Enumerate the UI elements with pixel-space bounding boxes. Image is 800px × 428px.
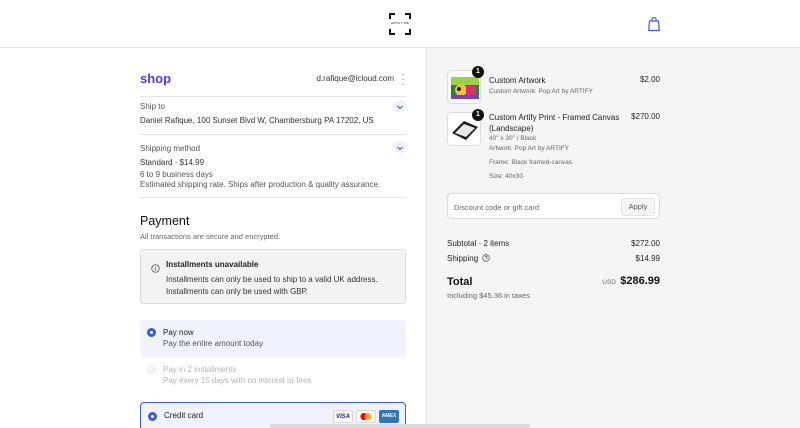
chevron-down-icon[interactable]: [394, 100, 406, 112]
ship-to-address: Daniel Rafique, 100 Sunset Blvd W, Chamb…: [140, 116, 374, 125]
shopping-bag-icon[interactable]: [647, 16, 661, 32]
item-name: Custom Artwork: [489, 76, 546, 85]
chevron-down-icon[interactable]: [394, 141, 406, 153]
store-logo[interactable]: ARTIFY PRINTS: [389, 13, 411, 35]
logo-text: ARTIFY PRINTS: [391, 21, 409, 25]
discount-input[interactable]: [454, 200, 614, 214]
item-price: $270.00: [631, 112, 660, 121]
logo-corner: [405, 13, 411, 19]
pay-now-sub: Pay the entire amount today: [163, 339, 264, 348]
item-meta: 40" x 30" / Black: [489, 135, 537, 142]
item-quantity-badge: 1: [472, 66, 484, 78]
account-email: d.rafique@icloud.com: [316, 74, 395, 83]
item-meta: Custom Artwork: Pop Art by ARTIFY: [489, 88, 593, 95]
shipping-label: Shipping: [447, 254, 491, 263]
total-currency: USD: [602, 279, 616, 286]
total-label: Total: [447, 276, 473, 288]
shop-pay-logo: shop: [140, 71, 172, 86]
pay-now-option[interactable]: Pay now Pay the entire amount today: [140, 320, 406, 357]
credit-card-radio[interactable]: [148, 412, 157, 421]
ship-to-label: Ship to: [140, 102, 165, 111]
pay-now-label: Pay now: [163, 328, 194, 337]
shipping-method-price: $14.99: [179, 158, 205, 167]
logo-corner: [405, 29, 411, 35]
shipping-method-name: Standard · $14.99: [140, 158, 205, 167]
item-name: Custom Artify Print - Framed Canvas: [489, 113, 620, 122]
tax-line: Including $45.36 in taxes: [447, 291, 530, 300]
scroll-shadow: [270, 424, 530, 428]
payment-title: Payment: [140, 214, 190, 228]
shipping-value: $14.99: [635, 254, 660, 263]
pay-installments-label: Pay in 2 installments: [163, 365, 237, 374]
logo-corner: [389, 13, 395, 19]
installments-title: Installments unavailable: [166, 260, 259, 269]
divider: [140, 197, 406, 198]
visa-icon: VISA: [333, 410, 353, 423]
amex-icon: AMEX: [379, 410, 399, 423]
shipping-note: Estimated shipping rate. Ships after pro…: [140, 180, 381, 189]
subtotal-label: Subtotal · 2 items: [447, 239, 510, 248]
pay-installments-option: Pay in 2 installments Pay every 15 days …: [140, 361, 406, 398]
contact-row: shop d.rafique@icloud.com · · ·: [140, 70, 406, 90]
help-icon: [482, 254, 491, 262]
info-icon: [151, 260, 160, 273]
installments-line: Installments can only be used to ship to…: [166, 275, 378, 284]
pay-installments-radio: [147, 365, 156, 374]
subtotal-value: $272.00: [631, 239, 660, 248]
credit-card-label: Credit card: [164, 411, 204, 420]
divider: [140, 134, 406, 135]
apply-button[interactable]: Apply: [621, 198, 655, 216]
top-bar: ARTIFY PRINTS: [0, 0, 800, 48]
shipping-method-label: Shipping method: [140, 144, 201, 153]
installments-line: Installments can only be used with GBP.: [166, 287, 309, 296]
checkout-form: shop d.rafique@icloud.com · · · Ship to Da…: [140, 48, 406, 428]
logo-corner: [389, 29, 395, 35]
payment-subtitle: All transactions are secure and encrypte…: [140, 232, 281, 241]
pay-installments-sub: Pay every 15 days with no interest or fe…: [163, 376, 312, 385]
item-name: (Landscape): [489, 124, 534, 133]
pay-now-radio[interactable]: [147, 328, 156, 337]
order-summary-panel: [426, 48, 800, 428]
discount-field: Apply: [447, 193, 660, 219]
item-quantity-badge: 1: [472, 109, 484, 121]
divider: [140, 96, 406, 97]
item-meta: Frame: Black framed-canvas: [489, 159, 573, 166]
item-price: $2.00: [639, 75, 660, 84]
total-value: $286.99: [620, 275, 660, 287]
installments-notice: Installments unavailable Installments ca…: [140, 249, 406, 304]
mastercard-icon: [356, 410, 376, 423]
more-vertical-icon[interactable]: · · ·: [400, 70, 406, 89]
item-meta: Artwork: Pop Art by ARTIFY: [489, 145, 570, 152]
shipping-days: 6 to 9 business days: [140, 170, 213, 179]
item-meta: Size: 40x30: [489, 173, 523, 180]
